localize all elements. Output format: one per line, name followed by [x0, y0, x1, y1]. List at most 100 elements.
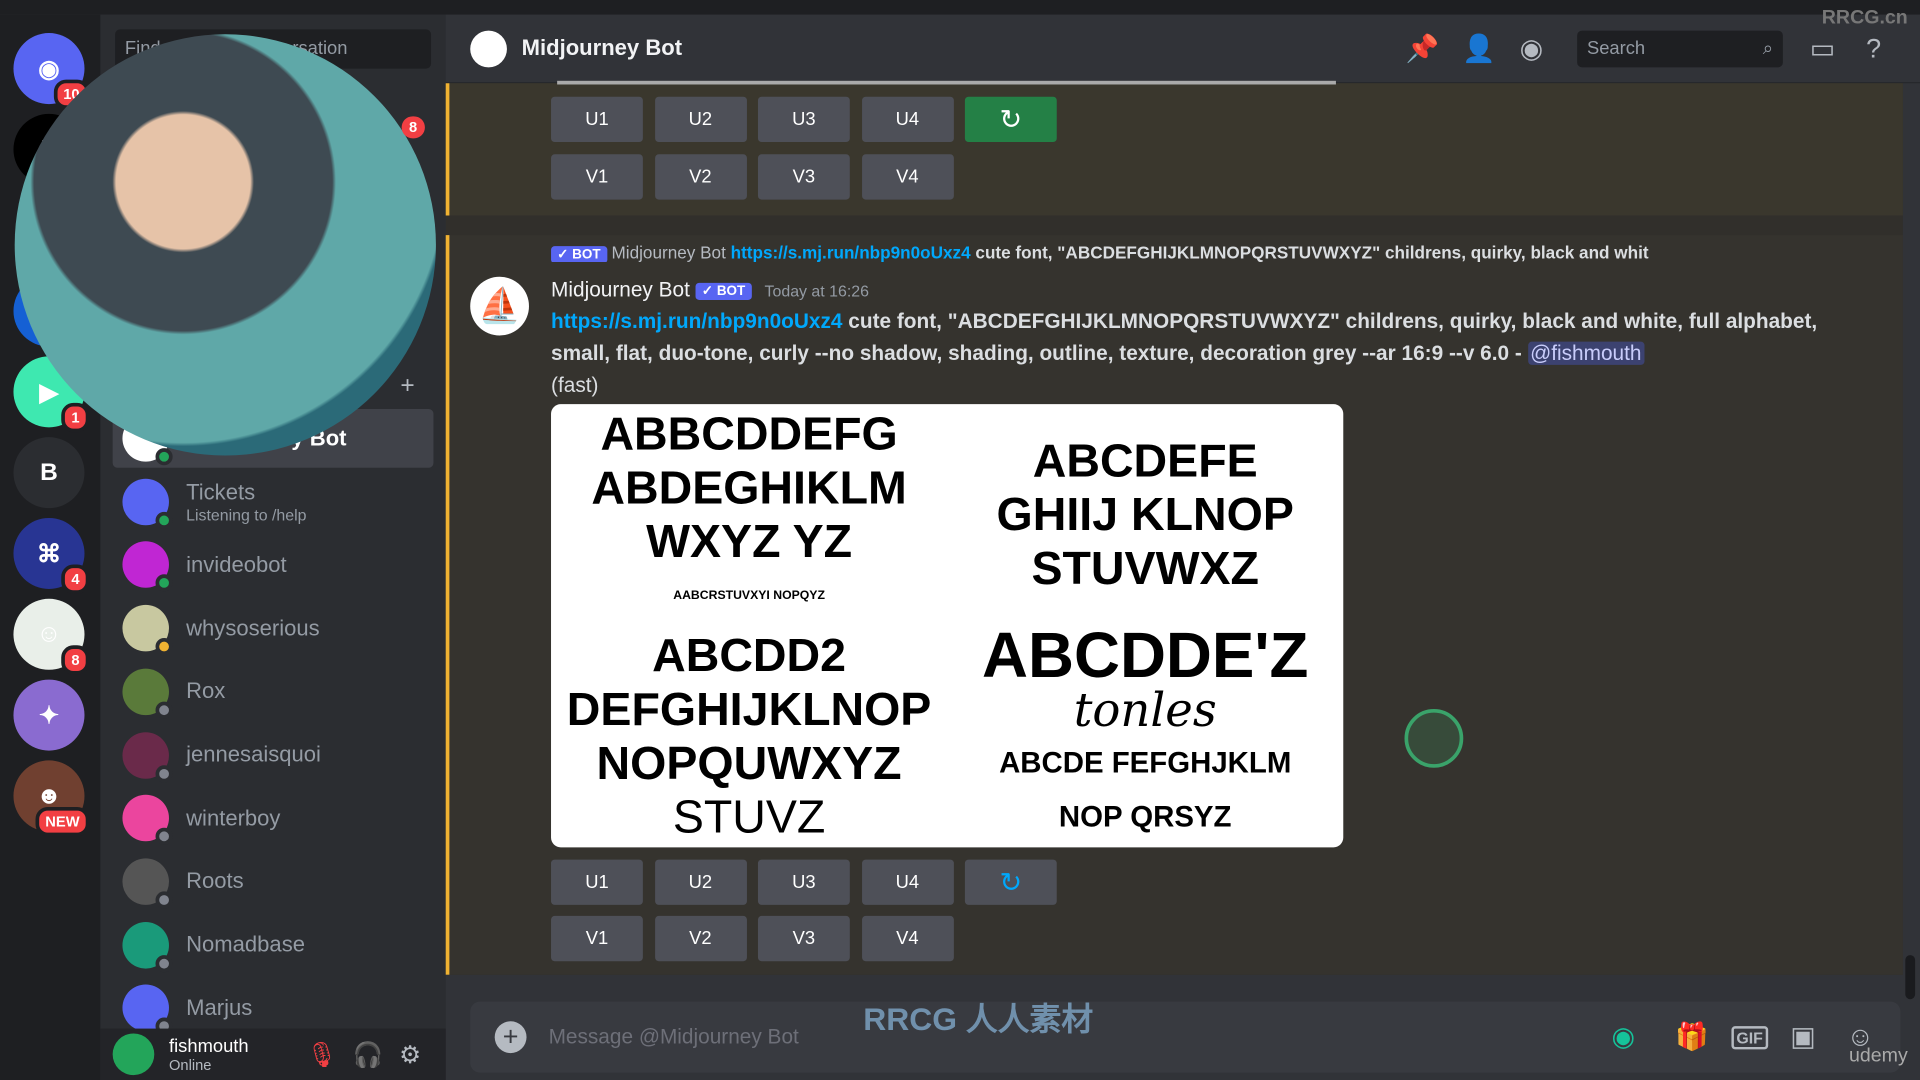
u4-button[interactable]: U4 [861, 859, 954, 905]
v2-button[interactable]: V2 [654, 154, 747, 200]
gift-icon[interactable]: 🎁 [1675, 1021, 1709, 1053]
sticker-icon[interactable]: ▣ [1790, 1021, 1815, 1053]
dm-item[interactable]: Tickets Listening to /help [113, 472, 434, 531]
sample-text: GHIIJ KLNOP [996, 489, 1294, 541]
server-icon[interactable]: ✦ [13, 679, 85, 751]
image-quadrant-4[interactable]: ABCDDE'Z tonles ABCDE FEFGHJKLM NOP QRSYZ [947, 624, 1343, 848]
message-content: https://s.mj.run/nbp9n0oUxz4 cute font, … [551, 306, 1837, 402]
u1-button[interactable]: U1 [551, 96, 643, 143]
message-avatar[interactable]: ⛵ [470, 276, 529, 336]
v3-button[interactable]: V3 [757, 915, 850, 962]
headphones-icon[interactable]: 🎧 [353, 1039, 383, 1070]
unread-badge: 4 [61, 564, 90, 594]
sample-text: ABCDE FEFGHJKLM [999, 746, 1292, 780]
dm-name: Rox [186, 678, 226, 704]
reroll-button[interactable]: ↻ [964, 96, 1057, 143]
sample-text: NOP QRSYZ [1058, 800, 1232, 834]
status-indicator [155, 764, 173, 782]
attach-plus-icon[interactable]: + [494, 1021, 527, 1054]
v3-button[interactable]: V3 [757, 154, 850, 200]
server-icon[interactable]: B [13, 437, 85, 509]
settings-gear-icon[interactable]: ⚙ [399, 1039, 421, 1070]
prompt-link[interactable]: https://s.mj.run/nbp9n0oUxz4 [551, 310, 842, 333]
cursor-indicator [1404, 708, 1464, 768]
search-placeholder: Search [1586, 37, 1646, 59]
dm-item[interactable]: Nomadbase [113, 915, 434, 974]
dm-item[interactable]: whysoserious [113, 599, 434, 658]
sample-text: ABBCDDEFG [600, 408, 898, 460]
dm-item[interactable]: Rox [113, 662, 434, 721]
image-quadrant-1[interactable]: ABBCDDEFG ABDEGHIKLM WXYZ YZ AABCRSTUVXYI N… [551, 404, 947, 626]
dm-item[interactable]: invideobot [113, 536, 434, 595]
server-glyph: ⌘ [36, 540, 62, 568]
grammarly-icon[interactable]: ◉ [1611, 1021, 1635, 1053]
dm-item[interactable]: Roots [113, 852, 434, 911]
sample-text: AABCRSTUVXYI NOPQYZ [673, 588, 825, 602]
reply-author[interactable]: Midjourney Bot [612, 242, 726, 262]
user-mention[interactable]: @fishmouth [1527, 341, 1644, 365]
server-icon[interactable]: ☻ NEW [13, 760, 90, 837]
u4-button[interactable]: U4 [861, 96, 954, 143]
u3-button[interactable]: U3 [757, 96, 850, 143]
reply-link[interactable]: https://s.mj.run/nbp9n0oUxz4 [731, 242, 971, 262]
server-icon[interactable]: ⌘ 4 [13, 517, 90, 594]
channel-header: Midjourney Bot 📌 👤 ◉ Search ⌕ ▭ ? [445, 14, 1920, 84]
message-author[interactable]: Midjourney Bot [551, 278, 690, 301]
user-name: fishmouth [168, 1035, 249, 1057]
message-input[interactable]: Message @Midjourney Bot [549, 1025, 799, 1049]
u2-button[interactable]: U2 [654, 859, 747, 905]
image-quadrant-3[interactable]: ABCDD2 DEFGHIJKLNOP NOPQUWXYZ STUVZ [551, 626, 947, 848]
server-icon[interactable]: ☺ 8 [13, 598, 90, 675]
dm-item[interactable]: winterboy [113, 789, 434, 848]
sample-text: DEFGHIJKLNOP [566, 683, 932, 736]
server-glyph: B [40, 458, 58, 486]
u1-button[interactable]: U1 [551, 859, 643, 905]
status-indicator [155, 701, 173, 719]
bot-tag: ✓ BOT [695, 282, 752, 301]
server-glyph: ☺ [36, 620, 62, 648]
u2-button[interactable]: U2 [654, 96, 747, 143]
image-top-edge [557, 80, 1336, 85]
sample-text: NOPQUWXYZ [596, 737, 902, 790]
image-quadrant-2[interactable]: ABCDEFE GHIIJ KLNOP STUVWXZ [947, 404, 1343, 626]
v4-button[interactable]: V4 [861, 915, 954, 962]
dm-name: whysoserious [186, 615, 320, 640]
user-profile-icon[interactable]: ◉ [1520, 32, 1544, 64]
search-input[interactable]: Search ⌕ [1577, 30, 1783, 67]
user-avatar[interactable] [112, 1033, 155, 1076]
server-glyph: ▶ [39, 378, 59, 406]
unread-badge: 1 [61, 402, 90, 433]
page-title: Midjourney Bot [521, 35, 683, 61]
v1-button[interactable]: V1 [551, 915, 643, 962]
dm-activity: Listening to /help [186, 505, 307, 524]
sample-text: ABDEGHIKLM [591, 462, 907, 514]
server-icon[interactable]: ◉ 10 [13, 33, 90, 109]
v2-button[interactable]: V2 [654, 915, 747, 962]
status-indicator [155, 827, 173, 846]
add-dm-button[interactable]: + [400, 372, 414, 400]
u3-button[interactable]: U3 [757, 859, 850, 905]
v4-button[interactable]: V4 [861, 154, 954, 200]
sample-text: ABCDD2 [652, 630, 847, 682]
dm-avatar [122, 478, 173, 529]
dm-item[interactable]: jennesaisquoi [113, 726, 434, 785]
reroll-button[interactable]: ↻ [964, 859, 1057, 905]
status-indicator [155, 638, 173, 656]
sample-text: ABCDEFE [1032, 435, 1258, 487]
message-composer[interactable]: + Message @Midjourney Bot ◉ 🎁 GIF ▣ ☺ [470, 1001, 1901, 1073]
dm-avatar [122, 605, 173, 656]
dm-name: jennesaisquoi [186, 742, 321, 767]
status-indicator [155, 891, 173, 909]
scrollbar[interactable] [1905, 955, 1916, 1000]
pin-icon[interactable]: 📌 [1406, 32, 1440, 64]
add-friend-icon[interactable]: 👤 [1462, 32, 1496, 64]
help-icon[interactable]: ? [1866, 32, 1881, 64]
gif-icon[interactable]: GIF [1731, 1025, 1768, 1049]
server-glyph: ☻ [36, 781, 62, 809]
generated-image-grid[interactable]: ABBCDDEFG ABDEGHIKLM WXYZ YZ AABCRSTUVXYI N… [551, 404, 1344, 848]
v1-button[interactable]: V1 [551, 154, 643, 200]
inbox-icon[interactable]: ▭ [1810, 32, 1835, 64]
title-bar [0, 0, 1920, 15]
mute-icon[interactable]: 🎙 [306, 1039, 337, 1070]
unread-badge: 8 [61, 645, 90, 675]
